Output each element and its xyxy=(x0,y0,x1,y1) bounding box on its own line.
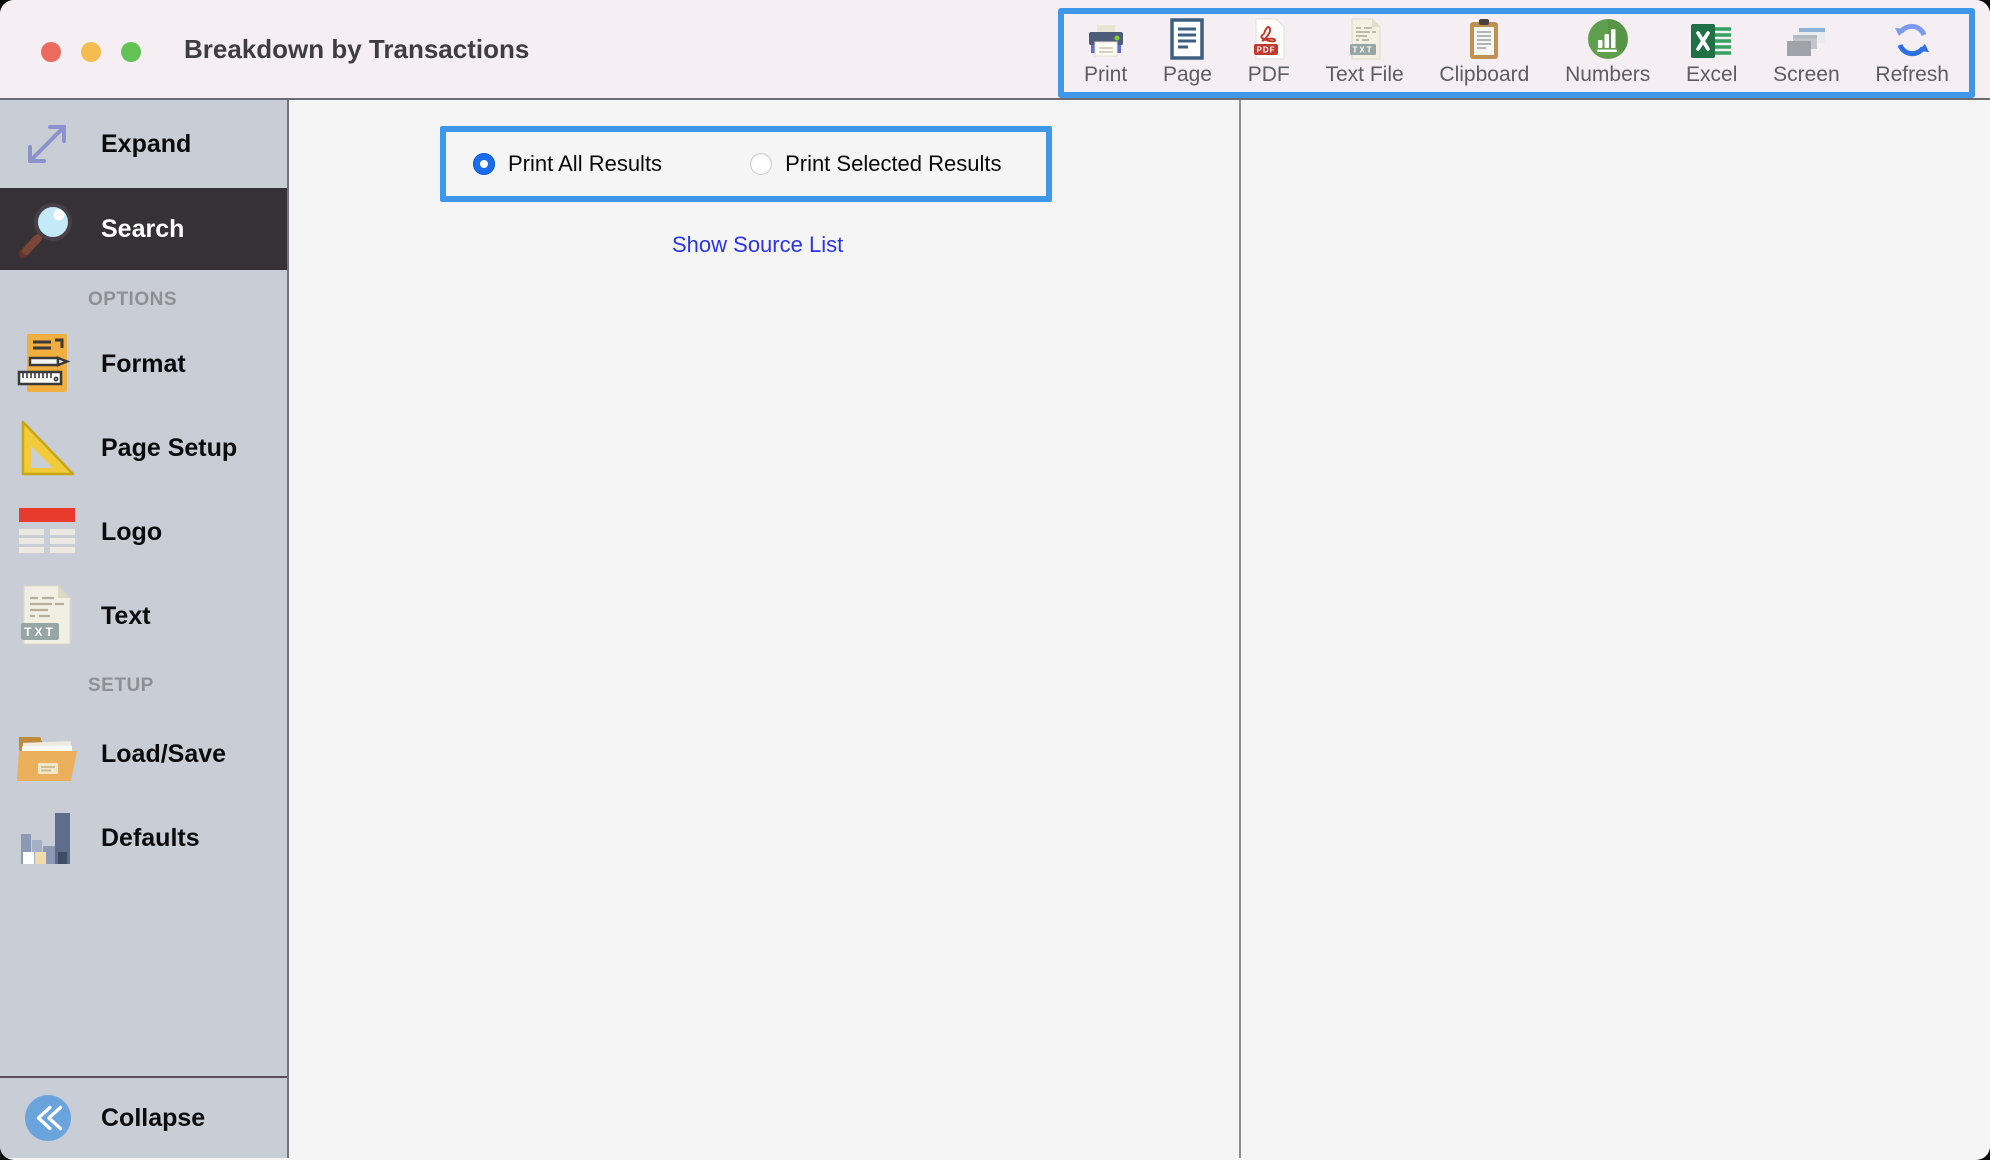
numbers-button[interactable]: Numbers xyxy=(1565,14,1650,92)
text-file-button[interactable]: TXT Text File xyxy=(1325,14,1403,92)
minimize-window-button[interactable] xyxy=(81,42,101,62)
pdf-badge-text: PDF xyxy=(1256,46,1275,55)
sidebar-item-logo[interactable]: Logo xyxy=(0,490,287,574)
sidebar-collapse-bar[interactable]: Collapse xyxy=(0,1076,287,1158)
clipboard-icon xyxy=(1467,14,1501,60)
sidebar-item-label: Defaults xyxy=(101,824,200,853)
screen-windows-icon xyxy=(1785,14,1827,60)
toolbar-item-label: Screen xyxy=(1773,63,1840,87)
txt-badge-text: TXT xyxy=(1352,46,1373,55)
sidebar-item-label: Page Setup xyxy=(101,434,237,463)
collapse-chevrons-icon xyxy=(25,1095,71,1141)
txt-file-icon: TXT xyxy=(1347,14,1383,60)
radio-label: Print All Results xyxy=(508,151,662,177)
toolbar-item-label: Page xyxy=(1163,63,1212,87)
zoom-window-button[interactable] xyxy=(121,42,141,62)
magnifier-icon xyxy=(13,197,81,261)
set-square-icon xyxy=(13,418,81,478)
refresh-icon xyxy=(1891,14,1933,60)
toolbar-item-label: Clipboard xyxy=(1439,63,1529,87)
app-body: Expand Search OPTIONS xyxy=(0,100,1990,1158)
sidebar-section-options: OPTIONS xyxy=(0,286,287,314)
print-scope-radio-group: Print All Results Print Selected Results xyxy=(440,126,1052,202)
clipboard-button[interactable]: Clipboard xyxy=(1439,14,1529,92)
sidebar-item-label: Expand xyxy=(101,130,191,159)
toolbar-item-label: PDF xyxy=(1248,63,1290,87)
traffic-lights xyxy=(41,42,141,62)
toolbar-item-label: Print xyxy=(1084,63,1127,87)
factory-icon xyxy=(13,808,81,868)
print-button[interactable]: Print xyxy=(1084,14,1127,92)
sidebar: Expand Search OPTIONS xyxy=(0,100,289,1158)
pane-divider xyxy=(1239,100,1241,1158)
excel-icon xyxy=(1691,14,1733,60)
show-source-list-link[interactable]: Show Source List xyxy=(672,232,843,258)
printer-icon xyxy=(1086,14,1126,60)
sidebar-item-label: Search xyxy=(101,215,184,244)
pdf-file-icon: PDF xyxy=(1251,14,1287,60)
collapse-label: Collapse xyxy=(101,1104,205,1133)
sidebar-item-text[interactable]: TXT Text xyxy=(0,574,287,658)
app-window: Breakdown by Transactions Pri xyxy=(0,0,1990,1160)
screen-button[interactable]: Screen xyxy=(1773,14,1840,92)
numbers-chart-icon xyxy=(1587,14,1629,60)
sidebar-item-load-save[interactable]: Load/Save xyxy=(0,712,287,796)
page-icon xyxy=(1169,14,1205,60)
radio-unselected-icon[interactable] xyxy=(750,153,772,175)
export-toolbar: Print Page xyxy=(1058,8,1975,98)
sidebar-item-format[interactable]: Format xyxy=(0,322,287,406)
close-window-button[interactable] xyxy=(41,42,61,62)
radio-print-all-results[interactable]: Print All Results xyxy=(473,151,662,177)
main-content: Print All Results Print Selected Results… xyxy=(289,100,1990,1158)
toolbar-item-label: Excel xyxy=(1686,63,1737,87)
toolbar-item-label: Numbers xyxy=(1565,63,1650,87)
sidebar-item-label: Format xyxy=(101,350,186,379)
expand-arrows-icon xyxy=(13,114,81,174)
sidebar-item-expand[interactable]: Expand xyxy=(0,100,287,188)
sidebar-section-setup: SETUP xyxy=(0,672,287,700)
open-folder-icon xyxy=(13,725,81,783)
sidebar-item-label: Text xyxy=(101,602,151,631)
radio-selected-icon[interactable] xyxy=(473,153,495,175)
sidebar-item-defaults[interactable]: Defaults xyxy=(0,796,287,880)
page-button[interactable]: Page xyxy=(1163,14,1212,92)
sidebar-item-search[interactable]: Search xyxy=(0,188,287,270)
toolbar-item-label: Text File xyxy=(1325,63,1403,87)
sidebar-item-page-setup[interactable]: Page Setup xyxy=(0,406,287,490)
title-bar: Breakdown by Transactions Pri xyxy=(0,0,1990,100)
pdf-button[interactable]: PDF PDF xyxy=(1248,14,1290,92)
sidebar-item-label: Load/Save xyxy=(101,740,226,769)
radio-print-selected-results[interactable]: Print Selected Results xyxy=(750,151,1001,177)
txt-doc-badge-text: TXT xyxy=(24,625,56,639)
radio-label: Print Selected Results xyxy=(785,151,1001,177)
sidebar-item-label: Logo xyxy=(101,518,162,547)
letterhead-icon xyxy=(13,505,81,559)
excel-button[interactable]: Excel xyxy=(1686,14,1737,92)
txt-document-icon: TXT xyxy=(13,584,81,648)
refresh-button[interactable]: Refresh xyxy=(1875,14,1949,92)
toolbar-item-label: Refresh xyxy=(1875,63,1949,87)
window-title: Breakdown by Transactions xyxy=(184,0,529,98)
format-document-icon xyxy=(13,332,81,396)
